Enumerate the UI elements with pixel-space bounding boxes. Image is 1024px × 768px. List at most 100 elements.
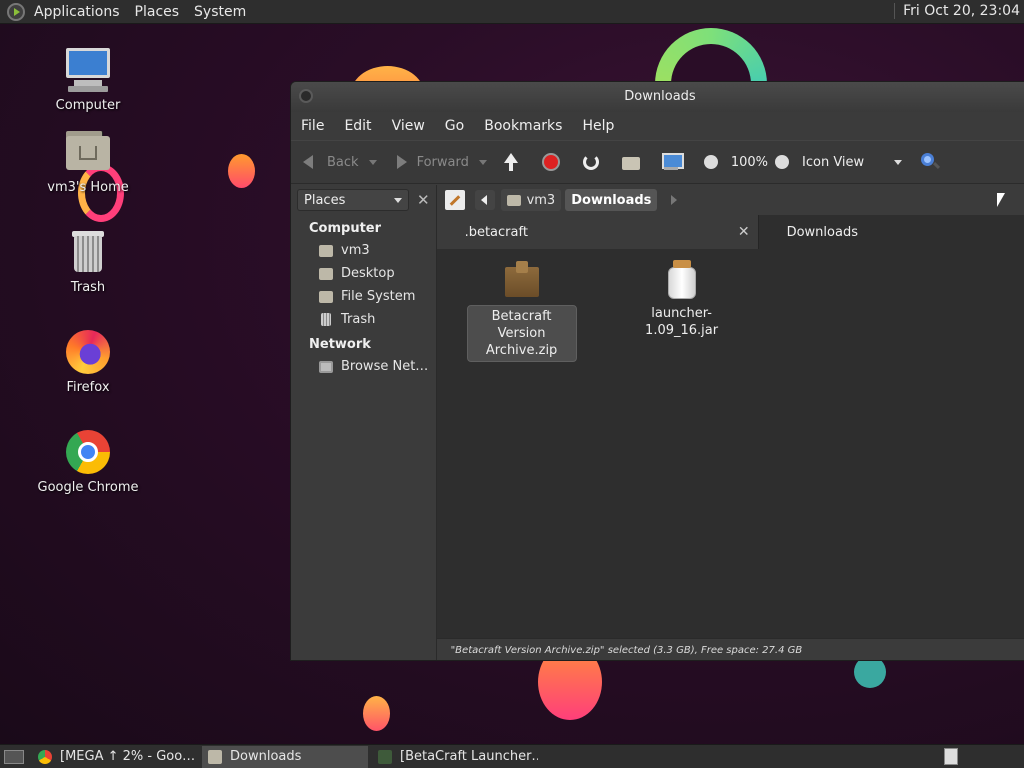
file-item[interactable]: Betacraft Version Archive.zip (466, 259, 577, 362)
trash-icon (321, 313, 331, 326)
sidebar-selector[interactable]: Places (297, 189, 409, 211)
path-back-button[interactable] (474, 190, 495, 210)
places-menu[interactable]: Places (135, 4, 180, 20)
zoom-level[interactable]: 100% (731, 155, 768, 170)
computer-icon (661, 152, 684, 172)
back-arrow-icon (301, 152, 321, 172)
zoom-out-button[interactable] (701, 152, 727, 172)
tab-bar: .betacraft ✕ Downloads (436, 215, 1024, 249)
desktop-icon-home[interactable]: vm3's Home (28, 128, 148, 195)
zoom-in-icon (772, 152, 792, 172)
sidebar-item-trash[interactable]: Trash (291, 308, 436, 331)
home-icon (506, 194, 521, 206)
taskbar-item-chrome[interactable]: [MEGA ↑ 2% - Goo… (32, 746, 198, 768)
desktop-icon-label: Trash (70, 280, 106, 295)
tab-downloads[interactable]: Downloads (758, 215, 1024, 249)
back-label: Back (327, 154, 359, 170)
computer-button[interactable] (661, 152, 687, 172)
desktop-icon-trash[interactable]: Trash (28, 228, 148, 295)
desktop-icon (319, 267, 333, 280)
mouse-cursor-icon (997, 193, 1005, 207)
sidebar-item-browse-network[interactable]: Browse Net… (291, 355, 436, 378)
zoom-in-button[interactable] (772, 152, 798, 172)
search-button[interactable] (920, 152, 946, 172)
menu-edit[interactable]: Edit (344, 118, 371, 134)
desktop-icon-label: Google Chrome (37, 480, 139, 495)
system-menu[interactable]: System (194, 4, 246, 20)
main-pane: vm3 Downloads .betacraft ✕ Downloads Bet… (436, 185, 1024, 660)
taskbar-item-betacraft[interactable]: [BetaCraft Launcher… (372, 746, 538, 768)
location-bar: vm3 Downloads (436, 185, 1024, 215)
file-name: Betacraft Version Archive.zip (466, 305, 577, 362)
menu-file[interactable]: File (301, 118, 324, 134)
view-mode-select[interactable]: Icon View (802, 155, 903, 170)
tab-betacraft[interactable]: .betacraft ✕ (436, 215, 759, 249)
sidebar-item-vm3[interactable]: vm3 (291, 239, 436, 262)
taskbar-item-downloads[interactable]: Downloads (202, 745, 368, 768)
network-icon (319, 360, 333, 373)
firefox-icon (64, 328, 112, 376)
up-button[interactable] (501, 152, 527, 172)
search-icon (920, 152, 940, 172)
workspace-switcher[interactable] (944, 748, 958, 765)
window-titlebar[interactable]: Downloads (291, 82, 1024, 112)
distro-logo-icon[interactable] (7, 2, 25, 21)
menu-view[interactable]: View (392, 118, 425, 134)
file-name: launcher-1.09_16.jar (645, 306, 719, 338)
taskbar-item-label: [BetaCraft Launcher… (400, 749, 538, 764)
menubar: File Edit View Go Bookmarks Help (291, 112, 1024, 140)
chevron-down-icon[interactable] (368, 159, 377, 165)
edit-location-icon[interactable] (444, 190, 465, 210)
bottom-panel: [MEGA ↑ 2% - Goo… Downloads [BetaCraft L… (0, 744, 1024, 768)
wallpaper-blob (363, 696, 390, 731)
applications-menu[interactable]: Applications (34, 4, 120, 20)
window-menu-button[interactable] (299, 89, 313, 103)
window-title: Downloads (624, 89, 696, 104)
forward-arrow-icon (391, 152, 411, 172)
toolbar: Back Forward 100% Icon View (291, 140, 1024, 184)
show-desktop-icon[interactable] (4, 749, 24, 764)
desktop-icon-computer[interactable]: Computer (28, 46, 148, 113)
close-icon[interactable]: ✕ (417, 191, 430, 209)
back-button[interactable]: Back (301, 152, 377, 172)
sidebar: Places ✕ Computer vm3 Desktop File Syste… (291, 185, 437, 660)
desktop-icon-chrome[interactable]: Google Chrome (28, 428, 148, 495)
tab-label: .betacraft (464, 224, 528, 240)
zip-archive-icon (502, 259, 542, 299)
chrome-icon (64, 428, 112, 476)
desktop-icon-label: vm3's Home (47, 180, 129, 195)
chrome-icon (38, 749, 52, 764)
sidebar-item-label: vm3 (341, 243, 370, 258)
trash-icon (64, 228, 112, 276)
tab-label: Downloads (786, 224, 858, 240)
sidebar-selector-label: Places (304, 192, 346, 208)
menu-help[interactable]: Help (582, 118, 614, 134)
sidebar-section-computer: Computer (309, 221, 382, 236)
sidebar-item-file-system[interactable]: File System (291, 285, 436, 308)
desktop-icon-firefox[interactable]: Firefox (28, 328, 148, 395)
breadcrumb-downloads[interactable]: Downloads (565, 189, 658, 211)
menu-go[interactable]: Go (445, 118, 464, 134)
wallpaper-blob (228, 154, 255, 188)
close-tab-icon[interactable]: ✕ (738, 224, 750, 240)
breadcrumb-label: vm3 (526, 192, 556, 208)
chevron-down-icon[interactable] (478, 159, 487, 165)
sidebar-header: Places ✕ (291, 185, 436, 215)
betacraft-icon (378, 749, 392, 764)
breadcrumb-vm3[interactable]: vm3 (500, 189, 562, 211)
menu-bookmarks[interactable]: Bookmarks (484, 118, 562, 134)
file-item[interactable]: launcher-1.09_16.jar (617, 259, 747, 339)
reload-button[interactable] (581, 152, 607, 172)
path-forward-button[interactable] (667, 190, 681, 210)
computer-icon (64, 46, 112, 94)
file-manager-window: Downloads File Edit View Go Bookmarks He… (290, 81, 1024, 661)
home-button[interactable] (621, 152, 647, 172)
sidebar-item-desktop[interactable]: Desktop (291, 262, 436, 285)
breadcrumb-label: Downloads (571, 192, 652, 208)
taskbar-item-label: [MEGA ↑ 2% - Goo… (60, 749, 196, 764)
stop-button[interactable] (541, 152, 567, 172)
forward-button[interactable]: Forward (391, 152, 487, 172)
clock[interactable]: Fri Oct 20, 23:04 (894, 3, 1020, 19)
content-area: Places ✕ Computer vm3 Desktop File Syste… (291, 185, 1024, 660)
sidebar-item-label: Desktop (341, 266, 395, 281)
